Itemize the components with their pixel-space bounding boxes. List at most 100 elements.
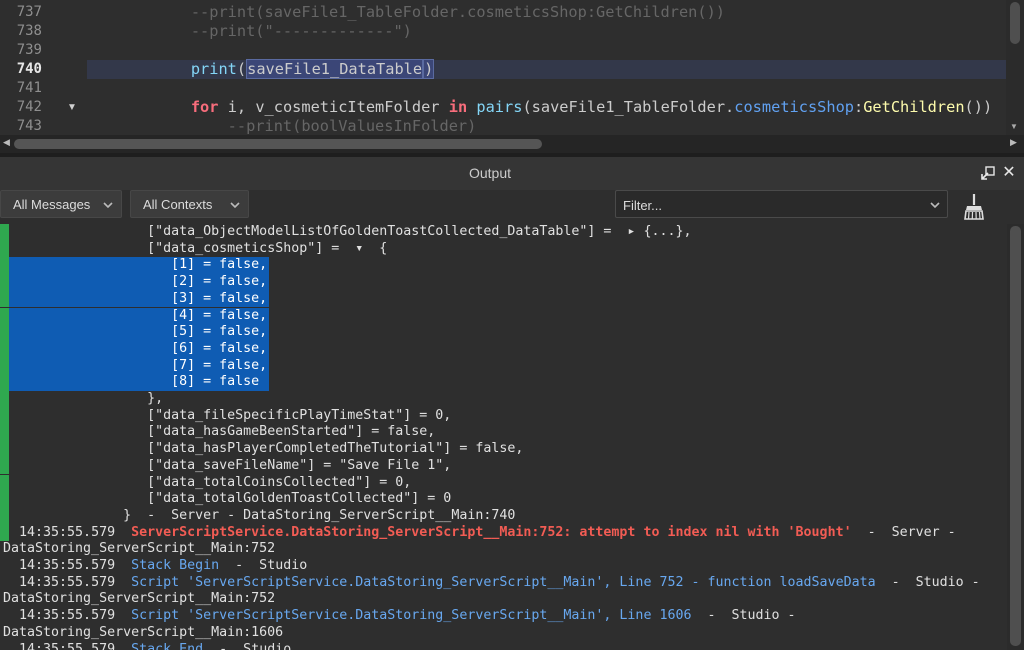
scroll-down-arrow-icon[interactable]: ▼ [1010, 122, 1018, 131]
line-number: 739 [16, 42, 42, 58]
undock-icon[interactable] [980, 165, 996, 181]
log-indent [3, 475, 147, 490]
log-segment: ["data_hasGameBeenStarted"] = false, [147, 424, 436, 440]
log-line[interactable]: [1] = false, [0, 257, 1007, 275]
line-number: 740 [16, 61, 42, 77]
log-segment: [5] = false, [171, 324, 268, 340]
code-line[interactable]: --print(boolValuesInFolder) [154, 117, 477, 136]
log-segment: ["data_saveFileName"] = "Save File 1", [147, 457, 452, 473]
broom-icon[interactable] [958, 192, 986, 220]
log-segment: Script 'ServerScriptService.DataStoring_… [131, 608, 692, 624]
log-segment: - Studio [203, 641, 292, 650]
log-text: DataStoring_ServerScript__Main:752 [3, 541, 275, 558]
log-line[interactable]: [7] = false, [0, 357, 1007, 375]
editor-horizontal-scroll-thumb[interactable] [14, 139, 542, 149]
log-line[interactable]: DataStoring_ServerScript__Main:752 [0, 591, 1007, 608]
log-segment: ["data_totalCoinsCollected"] = 0, [147, 474, 412, 490]
scroll-left-arrow-icon[interactable]: ◀ [3, 137, 10, 148]
panel-title: Output [468, 165, 512, 181]
log-segment: ["data_fileSpecificPlayTimeStat"] = 0, [147, 407, 452, 423]
log-line[interactable]: ["data_hasGameBeenStarted"] = false, [0, 424, 1007, 442]
code-area[interactable]: --print(saveFile1_TableFolder.cosmeticsS… [84, 0, 1024, 136]
line-number: 741 [16, 80, 42, 96]
log-text: [7] = false, [3, 358, 267, 375]
editor-vertical-scroll-thumb[interactable] [1010, 2, 1020, 44]
scroll-right-arrow-icon[interactable]: ▶ [1010, 137, 1017, 148]
message-filter-dropdown[interactable]: All Messages [0, 190, 122, 218]
log-line[interactable]: [5] = false, [0, 324, 1007, 341]
log-text: [6] = false, [3, 341, 267, 358]
script-editor[interactable]: 737 738 739 740 741 742 743 ▼ --print(saveFile… [0, 0, 1024, 153]
filter-box[interactable] [615, 190, 948, 219]
log-line[interactable]: [2] = false, [0, 274, 1007, 291]
log-indent [3, 224, 147, 239]
log-line[interactable]: 14:35:55.579 Stack End - Studio [0, 642, 1007, 650]
log-text: ["data_fileSpecificPlayTimeStat"] = 0, [3, 408, 451, 425]
log-text: ["data_cosmeticsShop"] = ▾ { [3, 241, 387, 258]
log-text: [1] = false, [3, 257, 267, 274]
log-indent [3, 608, 19, 623]
log-vertical-scroll-thumb[interactable] [1010, 226, 1021, 646]
log-line[interactable]: [8] = false [0, 374, 1007, 391]
log-text: }, [3, 391, 163, 408]
log-line[interactable]: ["data_totalCoinsCollected"] = 0, [0, 474, 1007, 492]
log-line[interactable]: } - Server - DataStoring_ServerScript__M… [0, 507, 1007, 525]
chevron-down-icon[interactable] [930, 200, 940, 210]
log-line[interactable]: [3] = false, [0, 290, 1007, 308]
log-segment: 14:35:55.579 [19, 558, 132, 573]
code-token: : [854, 98, 864, 116]
fold-column[interactable]: ▼ [58, 0, 84, 135]
code-token: ) [423, 59, 435, 79]
log-line[interactable]: DataStoring_ServerScript__Main:1606 [0, 625, 1007, 642]
output-log[interactable]: ["data_ObjectModelListOfGoldenToastColle… [0, 224, 1007, 650]
log-line[interactable]: }, [0, 391, 1007, 408]
fold-arrow-icon[interactable]: ▼ [67, 102, 77, 113]
log-text: ["data_totalCoinsCollected"] = 0, [3, 475, 411, 492]
log-line[interactable]: ["data_fileSpecificPlayTimeStat"] = 0, [0, 407, 1007, 425]
log-line[interactable]: ["data_totalGoldenToastCollected"] = 0 [0, 491, 1007, 508]
close-icon[interactable]: ✕ [1001, 162, 1017, 182]
log-segment: - Studio [219, 558, 308, 573]
code-token: saveFile1_DataTable [246, 59, 424, 79]
log-line[interactable]: ["data_cosmeticsShop"] = ▾ { [0, 240, 1007, 258]
code-line[interactable]: --print("-------------") [154, 22, 412, 41]
log-segment: ["data_cosmeticsShop"] = ▾ { [147, 240, 388, 256]
log-segment: ["data_hasPlayerCompletedTheTutorial"] =… [147, 441, 524, 457]
log-segment: Stack End [131, 641, 204, 650]
log-line[interactable]: DataStoring_ServerScript__Main:752 [0, 541, 1007, 558]
code-line[interactable]: print(saveFile1_DataTable) [154, 59, 435, 79]
log-segment: [2] = false, [171, 274, 268, 290]
log-text: 14:35:55.579 Stack End - Studio [3, 642, 291, 650]
log-segment: [8] = false [171, 374, 260, 390]
log-text: [5] = false, [3, 324, 267, 341]
log-line[interactable]: 14:35:55.579 Script 'ServerScriptService… [0, 608, 1007, 625]
log-line[interactable]: [4] = false, [0, 307, 1007, 325]
chevron-down-icon [103, 202, 113, 209]
code-token: --print("-------------") [154, 22, 412, 40]
log-line[interactable]: 14:35:55.579 Script 'ServerScriptService… [0, 575, 1007, 592]
log-indent [3, 558, 19, 573]
log-indent [3, 508, 123, 523]
filter-input[interactable] [616, 191, 915, 219]
log-line[interactable]: [6] = false, [0, 340, 1007, 358]
chevron-down-icon [230, 202, 240, 209]
log-segment: DataStoring_ServerScript__Main:752 [3, 541, 276, 557]
log-line[interactable]: ["data_saveFileName"] = "Save File 1", [0, 457, 1007, 475]
log-segment: - Studio - [875, 574, 980, 590]
log-line[interactable]: 14:35:55.579 Stack Begin - Studio [0, 558, 1007, 575]
log-text: DataStoring_ServerScript__Main:752 [3, 591, 275, 608]
message-filter-label: All Messages [13, 197, 91, 212]
log-line[interactable]: 14:35:55.579 ServerScriptService.DataSto… [0, 524, 1007, 542]
log-indent [3, 324, 171, 339]
code-token: pairs [476, 98, 523, 116]
log-line[interactable]: ["data_hasPlayerCompletedTheTutorial"] =… [0, 441, 1007, 458]
log-text: 14:35:55.579 Stack Begin - Studio [3, 558, 307, 575]
code-line[interactable]: --print(saveFile1_TableFolder.cosmeticsS… [154, 3, 725, 22]
log-segment: 14:35:55.579 [19, 641, 132, 650]
log-segment: [3] = false, [171, 290, 268, 306]
context-filter-dropdown[interactable]: All Contexts [130, 190, 249, 218]
log-line[interactable]: ["data_ObjectModelListOfGoldenToastColle… [0, 224, 1007, 241]
code-line[interactable]: for i, v_cosmeticItemFolder in pairs(sav… [154, 98, 992, 117]
log-segment: [4] = false, [171, 307, 268, 323]
